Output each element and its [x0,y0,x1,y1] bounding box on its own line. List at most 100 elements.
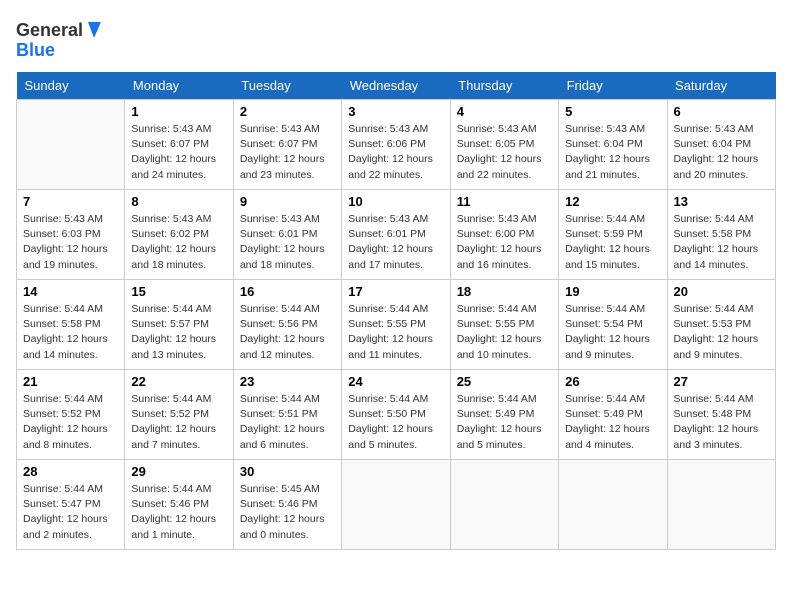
day-info: Sunrise: 5:44 AM Sunset: 5:47 PM Dayligh… [23,482,118,543]
calendar-cell: 20 Sunrise: 5:44 AM Sunset: 5:53 PM Dayli… [667,280,775,370]
day-info: Sunrise: 5:43 AM Sunset: 6:03 PM Dayligh… [23,212,118,273]
day-info: Sunrise: 5:44 AM Sunset: 5:53 PM Dayligh… [674,302,769,363]
calendar-cell: 2 Sunrise: 5:43 AM Sunset: 6:07 PM Daylig… [233,100,341,190]
day-info: Sunrise: 5:43 AM Sunset: 6:02 PM Dayligh… [131,212,226,273]
day-number: 29 [131,464,226,479]
logo: GeneralBlue [16,16,116,64]
day-number: 27 [674,374,769,389]
calendar-cell: 24 Sunrise: 5:44 AM Sunset: 5:50 PM Dayli… [342,370,450,460]
calendar-cell: 28 Sunrise: 5:44 AM Sunset: 5:47 PM Dayli… [17,460,125,550]
calendar-cell [342,460,450,550]
day-number: 14 [23,284,118,299]
calendar-cell: 8 Sunrise: 5:43 AM Sunset: 6:02 PM Daylig… [125,190,233,280]
day-number: 26 [565,374,660,389]
dow-header-monday: Monday [125,72,233,100]
day-number: 4 [457,104,552,119]
day-number: 16 [240,284,335,299]
day-info: Sunrise: 5:44 AM Sunset: 5:56 PM Dayligh… [240,302,335,363]
calendar-cell: 21 Sunrise: 5:44 AM Sunset: 5:52 PM Dayli… [17,370,125,460]
calendar-cell: 13 Sunrise: 5:44 AM Sunset: 5:58 PM Dayli… [667,190,775,280]
day-info: Sunrise: 5:43 AM Sunset: 6:06 PM Dayligh… [348,122,443,183]
dow-header-sunday: Sunday [17,72,125,100]
calendar-cell: 23 Sunrise: 5:44 AM Sunset: 5:51 PM Dayli… [233,370,341,460]
calendar-cell: 19Sunrise: 5:44 AM Sunset: 5:54 PM Dayli… [559,280,667,370]
day-info: Sunrise: 5:44 AM Sunset: 5:50 PM Dayligh… [348,392,443,453]
day-number: 7 [23,194,118,209]
calendar-cell: 22 Sunrise: 5:44 AM Sunset: 5:52 PM Dayli… [125,370,233,460]
day-info: Sunrise: 5:44 AM Sunset: 5:48 PM Dayligh… [674,392,769,453]
day-number: 23 [240,374,335,389]
calendar-cell [667,460,775,550]
calendar-cell: 18 Sunrise: 5:44 AM Sunset: 5:55 PM Dayli… [450,280,558,370]
calendar-cell: 12Sunrise: 5:44 AM Sunset: 5:59 PM Dayli… [559,190,667,280]
day-number: 5 [565,104,660,119]
calendar-cell: 6Sunrise: 5:43 AM Sunset: 6:04 PM Daylig… [667,100,775,190]
day-info: Sunrise: 5:44 AM Sunset: 5:58 PM Dayligh… [23,302,118,363]
day-info: Sunrise: 5:44 AM Sunset: 5:51 PM Dayligh… [240,392,335,453]
day-number: 18 [457,284,552,299]
dow-header-tuesday: Tuesday [233,72,341,100]
page-header: GeneralBlue [16,16,776,64]
day-number: 22 [131,374,226,389]
day-number: 21 [23,374,118,389]
day-number: 12 [565,194,660,209]
day-number: 24 [348,374,443,389]
day-number: 8 [131,194,226,209]
calendar-cell: 29Sunrise: 5:44 AM Sunset: 5:46 PM Dayli… [125,460,233,550]
day-info: Sunrise: 5:43 AM Sunset: 6:01 PM Dayligh… [348,212,443,273]
day-number: 3 [348,104,443,119]
calendar-cell: 15 Sunrise: 5:44 AM Sunset: 5:57 PM Dayli… [125,280,233,370]
day-number: 15 [131,284,226,299]
day-info: Sunrise: 5:43 AM Sunset: 6:07 PM Dayligh… [240,122,335,183]
calendar-cell: 3 Sunrise: 5:43 AM Sunset: 6:06 PM Daylig… [342,100,450,190]
day-number: 9 [240,194,335,209]
day-info: Sunrise: 5:44 AM Sunset: 5:55 PM Dayligh… [348,302,443,363]
day-info: Sunrise: 5:44 AM Sunset: 5:58 PM Dayligh… [674,212,769,273]
day-number: 2 [240,104,335,119]
dow-header-saturday: Saturday [667,72,775,100]
calendar-cell: 14 Sunrise: 5:44 AM Sunset: 5:58 PM Dayli… [17,280,125,370]
day-info: Sunrise: 5:44 AM Sunset: 5:55 PM Dayligh… [457,302,552,363]
calendar-cell: 17Sunrise: 5:44 AM Sunset: 5:55 PM Dayli… [342,280,450,370]
calendar-cell: 10 Sunrise: 5:43 AM Sunset: 6:01 PM Dayli… [342,190,450,280]
day-info: Sunrise: 5:44 AM Sunset: 5:52 PM Dayligh… [23,392,118,453]
day-number: 20 [674,284,769,299]
calendar-cell: 1 Sunrise: 5:43 AM Sunset: 6:07 PM Daylig… [125,100,233,190]
day-info: Sunrise: 5:44 AM Sunset: 5:54 PM Dayligh… [565,302,660,363]
logo-icon: GeneralBlue [16,16,116,64]
day-number: 1 [131,104,226,119]
calendar-cell: 25 Sunrise: 5:44 AM Sunset: 5:49 PM Dayli… [450,370,558,460]
calendar-cell: 4 Sunrise: 5:43 AM Sunset: 6:05 PM Daylig… [450,100,558,190]
day-number: 11 [457,194,552,209]
day-info: Sunrise: 5:43 AM Sunset: 6:05 PM Dayligh… [457,122,552,183]
day-info: Sunrise: 5:44 AM Sunset: 5:49 PM Dayligh… [565,392,660,453]
calendar-cell: 5 Sunrise: 5:43 AM Sunset: 6:04 PM Daylig… [559,100,667,190]
day-info: Sunrise: 5:44 AM Sunset: 5:52 PM Dayligh… [131,392,226,453]
day-info: Sunrise: 5:43 AM Sunset: 6:07 PM Dayligh… [131,122,226,183]
dow-header-thursday: Thursday [450,72,558,100]
day-info: Sunrise: 5:45 AM Sunset: 5:46 PM Dayligh… [240,482,335,543]
calendar-cell: 7 Sunrise: 5:43 AM Sunset: 6:03 PM Daylig… [17,190,125,280]
day-number: 30 [240,464,335,479]
day-info: Sunrise: 5:43 AM Sunset: 6:01 PM Dayligh… [240,212,335,273]
day-number: 10 [348,194,443,209]
dow-header-wednesday: Wednesday [342,72,450,100]
day-number: 6 [674,104,769,119]
day-info: Sunrise: 5:44 AM Sunset: 5:57 PM Dayligh… [131,302,226,363]
calendar-cell: 30 Sunrise: 5:45 AM Sunset: 5:46 PM Dayli… [233,460,341,550]
calendar-cell: 9 Sunrise: 5:43 AM Sunset: 6:01 PM Daylig… [233,190,341,280]
calendar-cell [559,460,667,550]
day-number: 13 [674,194,769,209]
calendar-cell: 16 Sunrise: 5:44 AM Sunset: 5:56 PM Dayli… [233,280,341,370]
day-number: 25 [457,374,552,389]
day-info: Sunrise: 5:43 AM Sunset: 6:04 PM Dayligh… [565,122,660,183]
svg-text:General: General [16,20,83,40]
day-number: 28 [23,464,118,479]
calendar-cell [17,100,125,190]
calendar-cell: 26 Sunrise: 5:44 AM Sunset: 5:49 PM Dayli… [559,370,667,460]
dow-header-friday: Friday [559,72,667,100]
calendar-cell [450,460,558,550]
day-info: Sunrise: 5:43 AM Sunset: 6:00 PM Dayligh… [457,212,552,273]
calendar-table: SundayMondayTuesdayWednesdayThursdayFrid… [16,72,776,550]
day-info: Sunrise: 5:44 AM Sunset: 5:49 PM Dayligh… [457,392,552,453]
